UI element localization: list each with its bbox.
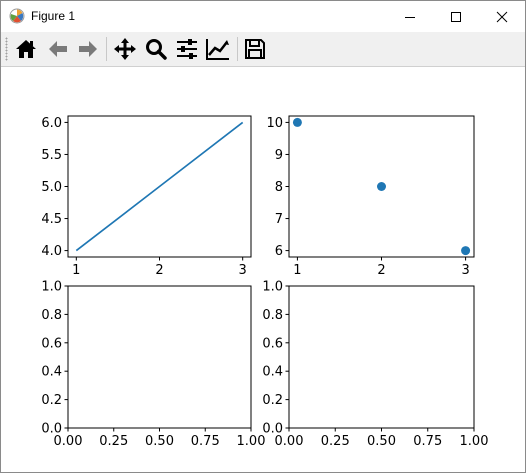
y-tick-label: 1.0 (262, 280, 283, 295)
y-tick-label: 0.2 (41, 393, 62, 408)
toolbar-grip[interactable] (5, 37, 8, 61)
x-tick-label: 0.50 (367, 434, 396, 449)
y-tick-label: 9 (275, 148, 283, 163)
y-tick-label: 5.5 (41, 148, 62, 163)
axes-frame (67, 285, 252, 429)
scatter-point (292, 117, 302, 127)
y-tick-label: 1.0 (41, 280, 62, 295)
subplot-bottom-left-empty[interactable]: 0.00 0.25 0.50 0.75 1.000.00.20.40.60.81.0 (41, 280, 265, 450)
close-button[interactable] (479, 1, 525, 32)
navigation-toolbar (1, 32, 525, 67)
x-tick-label: 0.25 (321, 434, 350, 449)
maximize-icon (451, 11, 461, 22)
x-tick-label: 0.75 (413, 434, 442, 449)
x-tick-label: 3 (461, 263, 469, 278)
window-title: Figure 1 (31, 9, 76, 23)
save-button[interactable] (241, 35, 269, 63)
configure-subplots-button[interactable] (173, 35, 201, 63)
y-tick-label: 0.4 (41, 365, 62, 380)
home-button[interactable] (12, 35, 40, 63)
x-tick-label: 2 (377, 263, 385, 278)
x-tick-label: 1 (293, 263, 301, 278)
y-tick-label: 4.0 (41, 244, 62, 259)
subplot-top-left-line[interactable]: 1 2 3 4.0 4.5 5.0 5.5 6.0 (41, 115, 252, 278)
subplot-bottom-right-empty[interactable]: 0.00 0.25 0.50 0.75 1.000.00.20.40.60.81.0 (262, 280, 488, 450)
close-icon (496, 11, 508, 22)
line-chart-icon (206, 39, 229, 60)
minimize-button[interactable] (387, 1, 433, 32)
x-tick-label: 0.50 (145, 434, 174, 449)
toolbar-separator (106, 37, 107, 61)
y-tick-label: 0.0 (262, 422, 283, 437)
home-icon (16, 40, 36, 58)
toolbar-separator (237, 37, 238, 61)
y-tick-label: 0.8 (262, 308, 283, 323)
x-tick-label: 3 (239, 263, 247, 278)
x-tick-label: 1.00 (460, 434, 489, 449)
x-tick-label: 1 (72, 263, 80, 278)
subplot-top-right-scatter[interactable]: 1 2 3 6 7 8 9 10 (266, 115, 475, 278)
x-tick-label: 2 (155, 263, 163, 278)
zoom-button[interactable] (142, 35, 170, 63)
y-tick-label: 6.0 (41, 116, 62, 131)
floppy-disk-icon (245, 39, 265, 59)
minimize-icon (405, 16, 415, 18)
scatter-point (377, 182, 386, 191)
edit-axes-button[interactable] (204, 35, 232, 63)
figure-window: Figure 1 1 2 3 4.0 4.5 5.0 5.5 6.0 1 2 3… (0, 0, 526, 473)
y-tick-label: 0.6 (262, 336, 283, 351)
y-tick-label: 6 (275, 244, 283, 259)
matplotlib-logo-icon (9, 8, 25, 24)
arrow-left-icon (49, 41, 67, 57)
forward-button[interactable] (74, 35, 102, 63)
y-tick-label: 0.6 (41, 336, 62, 351)
move-icon (114, 38, 136, 60)
sliders-icon (177, 39, 197, 59)
y-tick-label: 0.0 (41, 422, 62, 437)
maximize-button[interactable] (433, 1, 479, 32)
y-tick-label: 0.8 (41, 308, 62, 323)
y-tick-label: 8 (275, 180, 283, 195)
pan-button[interactable] (111, 35, 139, 63)
y-tick-label: 0.4 (262, 365, 283, 380)
y-tick-label: 4.5 (41, 212, 62, 227)
magnifier-icon (146, 39, 167, 60)
scatter-point (461, 246, 471, 256)
back-button[interactable] (44, 35, 72, 63)
y-tick-label: 0.2 (262, 393, 283, 408)
x-tick-label: 0.25 (99, 434, 128, 449)
y-tick-label: 10 (266, 116, 283, 131)
title-bar[interactable]: Figure 1 (1, 1, 525, 32)
figure-canvas[interactable]: 1 2 34.04.55.05.56.0 1 2 3678910 0.00 0.25 0.5… (1, 67, 525, 472)
arrow-right-icon (79, 41, 97, 57)
x-tick-label: 0.75 (191, 434, 220, 449)
y-tick-label: 7 (275, 212, 283, 227)
y-tick-label: 5.0 (41, 180, 62, 195)
x-tick-label: 1.00 (237, 434, 266, 449)
axes-frame (288, 285, 475, 429)
